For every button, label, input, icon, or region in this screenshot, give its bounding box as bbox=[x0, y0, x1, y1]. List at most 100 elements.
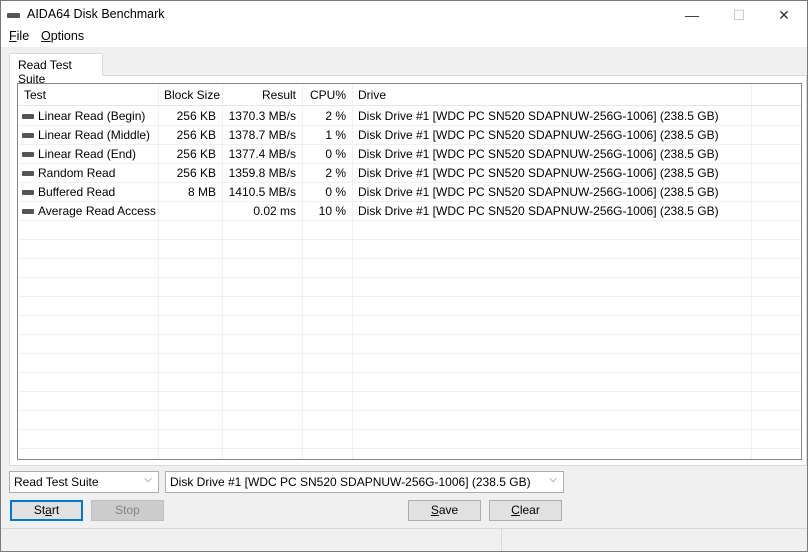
cell-cpu: 1 % bbox=[302, 126, 352, 145]
cell-text: 0.02 ms bbox=[253, 204, 296, 218]
row-gridline bbox=[18, 334, 801, 335]
disk-icon bbox=[22, 171, 34, 177]
clear-button[interactable]: Clear bbox=[489, 500, 562, 521]
cell-text: Buffered Read bbox=[38, 185, 116, 199]
maximize-button[interactable]: ☐ bbox=[716, 3, 762, 27]
table-row[interactable]: Average Read Access 0.02 ms 10 % Disk Drive… bbox=[18, 202, 801, 221]
start-label-post: rt bbox=[51, 503, 60, 517]
start-button[interactable]: Start bbox=[10, 500, 83, 521]
cell-text: Disk Drive #1 [WDC PC SN520 SDAPNUW-256G… bbox=[358, 147, 719, 161]
cell-text: 256 KB bbox=[176, 166, 216, 180]
cell-text: Average Read Access bbox=[38, 204, 156, 218]
cell-test: Linear Read (Begin) bbox=[18, 107, 158, 126]
cell-text: Linear Read (Begin) bbox=[38, 109, 146, 123]
cell-result: 1359.8 MB/s bbox=[222, 164, 302, 183]
stop-button[interactable]: Stop bbox=[91, 500, 164, 521]
tab-panel: Test Block Size Result CPU% Drive Linear Read… bbox=[9, 75, 807, 466]
chevron-down-icon: ⌵ bbox=[144, 474, 152, 485]
disk-icon bbox=[22, 152, 34, 158]
cell-text: 256 KB bbox=[176, 109, 216, 123]
clear-label-key: C bbox=[511, 503, 520, 517]
cell-drive: Disk Drive #1 [WDC PC SN520 SDAPNUW-256G… bbox=[352, 183, 751, 202]
title-bar: AIDA64 Disk Benchmark — ☐ ✕ bbox=[1, 1, 807, 29]
results-table[interactable]: Test Block Size Result CPU% Drive Linear Read… bbox=[17, 83, 802, 460]
cell-text: Disk Drive #1 [WDC PC SN520 SDAPNUW-256G… bbox=[358, 185, 719, 199]
cell-text: 0 % bbox=[325, 147, 346, 161]
close-button[interactable]: ✕ bbox=[761, 3, 807, 27]
cell-test: Linear Read (Middle) bbox=[18, 126, 158, 145]
column-header-test[interactable]: Test bbox=[18, 86, 158, 105]
minimize-button[interactable]: — bbox=[669, 3, 715, 27]
cell-block bbox=[158, 202, 222, 221]
save-label-key: S bbox=[430, 503, 439, 517]
cell-result: 1410.5 MB/s bbox=[222, 183, 302, 202]
cell-text: Disk Drive #1 [WDC PC SN520 SDAPNUW-256G… bbox=[358, 166, 719, 180]
save-button[interactable]: Save bbox=[408, 500, 481, 521]
row-gridline bbox=[18, 258, 801, 259]
status-divider bbox=[501, 529, 502, 551]
cell-result: 1370.3 MB/s bbox=[222, 107, 302, 126]
disk-icon bbox=[22, 114, 34, 120]
cell-text: 1410.5 MB/s bbox=[228, 185, 296, 199]
table-row[interactable]: Linear Read (End) 256 KB 1377.4 MB/s 0 % Dis… bbox=[18, 145, 801, 164]
cell-text: Linear Read (Middle) bbox=[38, 128, 151, 142]
drive-select[interactable]: Disk Drive #1 [WDC PC SN520 SDAPNUW-256G… bbox=[165, 471, 564, 493]
row-gridline bbox=[18, 410, 801, 411]
cell-text: 2 % bbox=[325, 109, 346, 123]
cell-cpu: 2 % bbox=[302, 107, 352, 126]
start-label-pre: St bbox=[33, 503, 46, 517]
cell-text: Disk Drive #1 [WDC PC SN520 SDAPNUW-256G… bbox=[358, 204, 719, 218]
row-gridline bbox=[18, 239, 801, 240]
cell-drive: Disk Drive #1 [WDC PC SN520 SDAPNUW-256G… bbox=[352, 107, 751, 126]
tab-read-test-suite[interactable]: Read Test Suite bbox=[9, 53, 103, 86]
cell-text: Disk Drive #1 [WDC PC SN520 SDAPNUW-256G… bbox=[358, 109, 719, 123]
row-gridline bbox=[18, 372, 801, 373]
row-gridline bbox=[18, 315, 801, 316]
window-title: AIDA64 Disk Benchmark bbox=[27, 7, 165, 21]
column-header-result[interactable]: Result bbox=[222, 86, 302, 105]
test-suite-select[interactable]: Read Test Suite ⌵ bbox=[9, 471, 159, 493]
cell-cpu: 0 % bbox=[302, 145, 352, 164]
cell-block: 8 MB bbox=[158, 183, 222, 202]
table-row[interactable]: Buffered Read 8 MB 1410.5 MB/s 0 % Disk Driv… bbox=[18, 183, 801, 202]
menu-bar: File Options bbox=[1, 29, 807, 47]
cell-cpu: 2 % bbox=[302, 164, 352, 183]
row-gridline bbox=[18, 448, 801, 449]
window: AIDA64 Disk Benchmark — ☐ ✕ File Options… bbox=[0, 0, 808, 552]
cell-text: 1377.4 MB/s bbox=[228, 147, 296, 161]
cell-text: 256 KB bbox=[176, 147, 216, 161]
cell-test: Buffered Read bbox=[18, 183, 158, 202]
cell-test: Random Read bbox=[18, 164, 158, 183]
cell-result: 0.02 ms bbox=[222, 202, 302, 221]
column-header-cpu[interactable]: CPU% bbox=[302, 86, 352, 105]
table-row[interactable]: Linear Read (Begin) 256 KB 1370.3 MB/s 2 % D… bbox=[18, 107, 801, 126]
disk-icon bbox=[22, 209, 34, 215]
table-row[interactable]: Linear Read (Middle) 256 KB 1378.7 MB/s 1 %… bbox=[18, 126, 801, 145]
disk-icon bbox=[22, 133, 34, 139]
table-row[interactable]: Random Read 256 KB 1359.8 MB/s 2 % Disk Driv… bbox=[18, 164, 801, 183]
cell-text: Linear Read (End) bbox=[38, 147, 137, 161]
start-label-key: a bbox=[45, 503, 52, 517]
cell-text: 1370.3 MB/s bbox=[228, 109, 296, 123]
status-bar bbox=[1, 528, 807, 551]
cell-text: 1378.7 MB/s bbox=[228, 128, 296, 142]
cell-text: 256 KB bbox=[176, 128, 216, 142]
row-gridline bbox=[18, 391, 801, 392]
cell-block: 256 KB bbox=[158, 126, 222, 145]
disk-icon bbox=[7, 13, 20, 18]
row-gridline bbox=[18, 277, 801, 278]
column-header-drive[interactable]: Drive bbox=[352, 86, 751, 105]
column-header-block[interactable]: Block Size bbox=[158, 86, 222, 105]
menu-options[interactable]: Options bbox=[41, 29, 84, 43]
menu-file[interactable]: File bbox=[9, 29, 29, 43]
cell-text: 8 MB bbox=[187, 185, 216, 199]
cell-text: Disk Drive #1 [WDC PC SN520 SDAPNUW-256G… bbox=[358, 128, 719, 142]
clear-label-post: lear bbox=[519, 503, 540, 517]
cell-test: Average Read Access bbox=[18, 202, 158, 221]
cell-cpu: 0 % bbox=[302, 183, 352, 202]
cell-block: 256 KB bbox=[158, 145, 222, 164]
row-gridline bbox=[18, 353, 801, 354]
cell-test: Linear Read (End) bbox=[18, 145, 158, 164]
cell-drive: Disk Drive #1 [WDC PC SN520 SDAPNUW-256G… bbox=[352, 145, 751, 164]
row-gridline bbox=[18, 429, 801, 430]
